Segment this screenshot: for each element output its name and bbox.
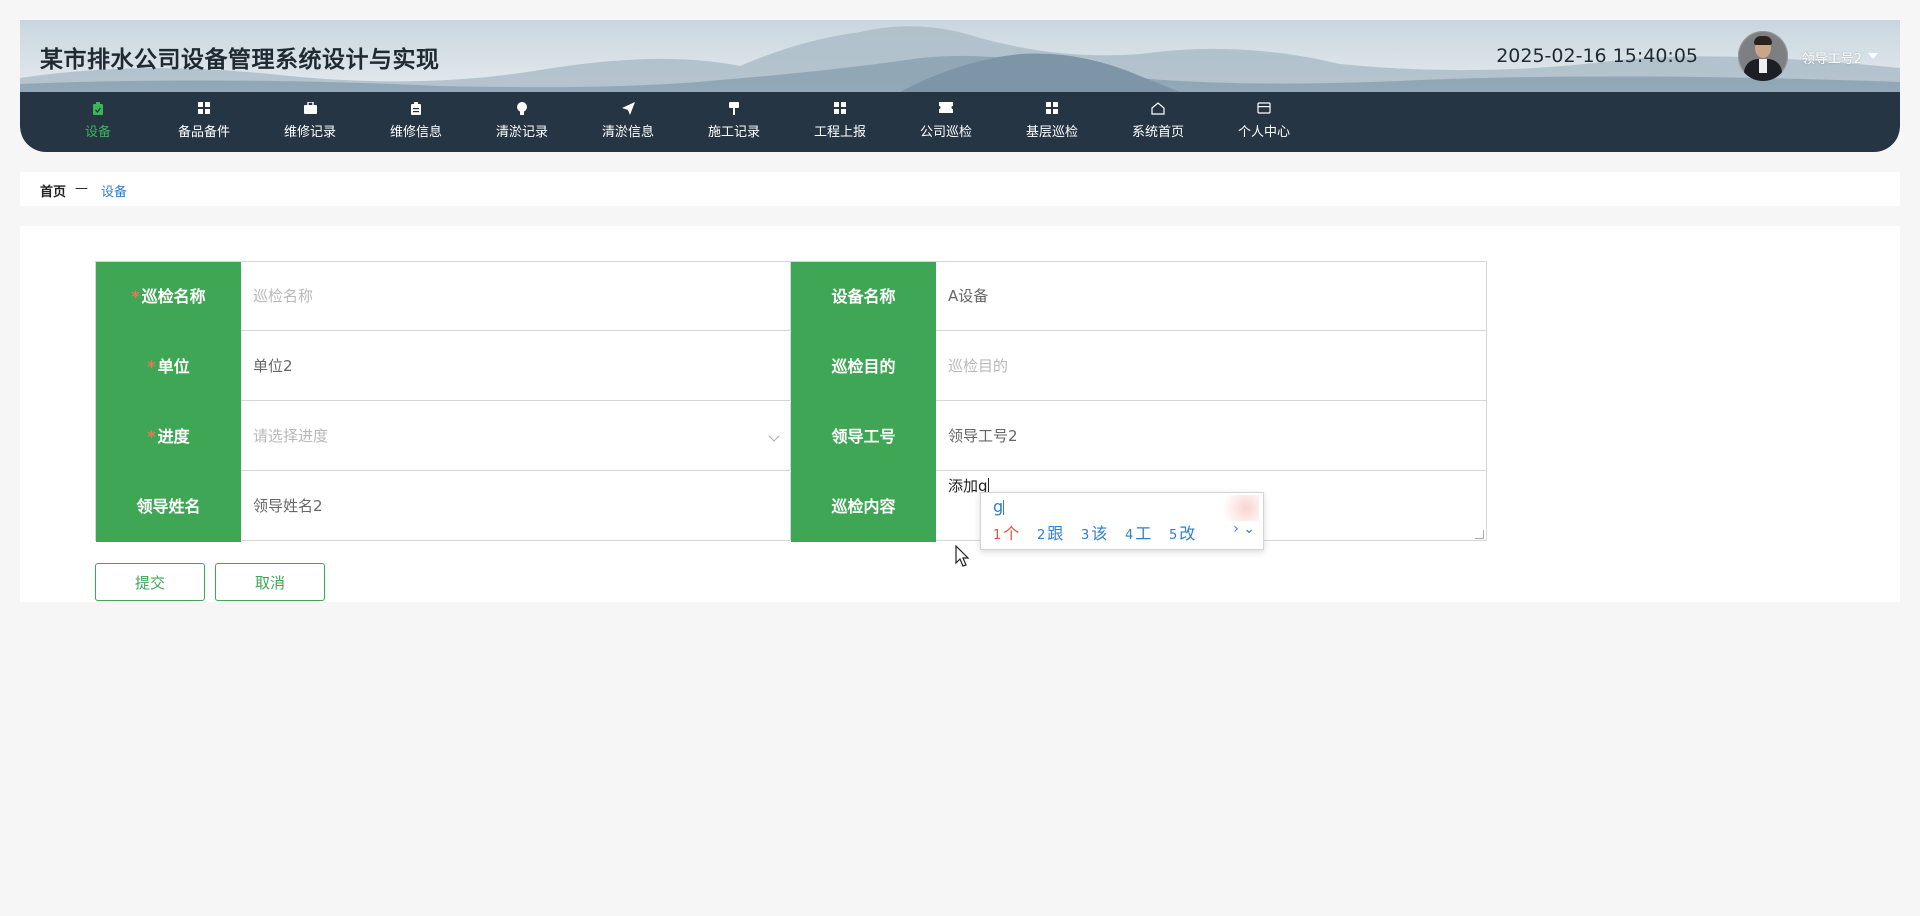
site-title: 某市排水公司设备管理系统设计与实现: [40, 47, 440, 73]
nav-label: 维修记录: [283, 125, 336, 140]
nav-label: 个人中心: [1237, 125, 1290, 140]
patrol-name-label: * 巡检名称: [96, 262, 241, 332]
header-banner: 某市排水公司设备管理系统设计与实现 2025-02-16 15:40:05 领导…: [20, 20, 1900, 92]
nav-label: 备品备件: [177, 125, 230, 140]
nav-item-home[interactable]: 系统首页: [1105, 92, 1211, 152]
nav-label: 维修信息: [389, 125, 442, 140]
nav-item-project-report[interactable]: 工程上报: [787, 92, 893, 152]
send-icon: [621, 102, 635, 116]
mouse-cursor-icon: [955, 545, 970, 567]
progress-label: * 进度: [96, 402, 241, 472]
unit-input[interactable]: 单位2: [241, 332, 791, 401]
datetime: 2025-02-16 15:40:05: [1496, 45, 1698, 67]
clipboard-icon: [91, 102, 105, 116]
ticket-icon: [939, 102, 953, 116]
nav-item-grassroots-patrol[interactable]: 基层巡检: [999, 92, 1105, 152]
leader-id-input[interactable]: 领导工号2: [936, 402, 1486, 471]
progress-select-placeholder: 请选择进度: [253, 427, 329, 445]
nav-item-repair-records[interactable]: 维修记录: [257, 92, 363, 152]
nav-item-profile[interactable]: 个人中心: [1211, 92, 1317, 152]
nav-item-spare-parts[interactable]: 备品备件: [151, 92, 257, 152]
nav-item-device[interactable]: 设备: [45, 92, 151, 152]
top-nav: 设备 备品备件 维修记录 维修信息 清淤记录 清淤信息 施工记录 工程上报 公司…: [20, 92, 1900, 152]
header: 某市排水公司设备管理系统设计与实现 2025-02-16 15:40:05 领导…: [20, 20, 1900, 152]
unit-label: * 单位: [96, 332, 241, 402]
nav-item-dredging-records[interactable]: 清淤记录: [469, 92, 575, 152]
caret-down-icon[interactable]: [1868, 53, 1878, 59]
nav-item-dredging-info[interactable]: 清淤信息: [575, 92, 681, 152]
ime-decoration: [1215, 495, 1259, 521]
breadcrumb-separator: —: [75, 181, 88, 196]
resize-handle-icon[interactable]: [1475, 530, 1484, 539]
ime-composition: g: [993, 497, 1005, 516]
chevron-down-icon: [768, 430, 780, 442]
nav-label: 清淤信息: [601, 125, 654, 140]
hammer-icon: [727, 102, 741, 116]
lightbulb-icon: [515, 102, 529, 116]
nav-label: 系统首页: [1131, 125, 1184, 140]
leader-name-label: 领导姓名: [96, 472, 241, 542]
grid-icon: [197, 102, 211, 116]
required-mark: *: [147, 357, 156, 376]
nav-item-repair-info[interactable]: 维修信息: [363, 92, 469, 152]
device-name-input[interactable]: A设备: [936, 262, 1486, 331]
nav-label: 施工记录: [707, 125, 760, 140]
home-icon: [1151, 102, 1165, 116]
progress-select[interactable]: 请选择进度: [241, 402, 791, 471]
breadcrumb: 首页 — 设备: [20, 172, 1900, 206]
cancel-button[interactable]: 取消: [215, 563, 325, 601]
briefcase-icon: [303, 101, 317, 116]
grid-icon: [1045, 102, 1059, 116]
ime-candidate[interactable]: 2跟: [1037, 520, 1063, 544]
ime-more-arrows-icon[interactable]: › ⌄: [1233, 521, 1255, 537]
patrol-form: * 巡检名称 巡检名称 设备名称 A设备 * 单位 单位2 巡检目的 巡检目的 * 进…: [95, 261, 1487, 542]
device-name-label: 设备名称: [791, 262, 936, 332]
required-mark: *: [131, 287, 140, 306]
required-mark: *: [147, 427, 156, 446]
ime-candidate[interactable]: 1个: [993, 520, 1019, 544]
submit-button[interactable]: 提交: [95, 563, 205, 601]
breadcrumb-current[interactable]: 设备: [101, 181, 127, 200]
patrol-content-label: 巡检内容: [791, 472, 936, 542]
nav-label: 基层巡检: [1025, 125, 1078, 140]
nav-item-construction-records[interactable]: 施工记录: [681, 92, 787, 152]
patrol-name-input[interactable]: 巡检名称: [241, 262, 791, 331]
nav-label: 设备: [84, 125, 111, 140]
patrol-purpose-label: 巡检目的: [791, 332, 936, 402]
ime-candidate[interactable]: 4工: [1125, 520, 1151, 544]
ime-candidate[interactable]: 5改: [1169, 520, 1195, 544]
patrol-purpose-input[interactable]: 巡检目的: [936, 332, 1486, 401]
nav-label: 公司巡检: [919, 125, 972, 140]
nav-item-company-patrol[interactable]: 公司巡检: [893, 92, 999, 152]
clipboard-icon: [409, 102, 423, 116]
breadcrumb-home[interactable]: 首页: [40, 181, 66, 200]
leader-name-input[interactable]: 领导姓名2: [241, 472, 791, 541]
ime-candidate[interactable]: 3该: [1081, 520, 1107, 544]
card-icon: [1257, 102, 1271, 116]
nav-label: 清淤记录: [495, 125, 548, 140]
nav-label: 工程上报: [813, 125, 866, 140]
user-name[interactable]: 领导工号2: [1802, 48, 1862, 67]
avatar[interactable]: [1738, 31, 1788, 81]
ime-candidate-window: g 1个 2跟 3该 4工 5改 › ⌄: [980, 492, 1264, 550]
leader-id-label: 领导工号: [791, 402, 936, 472]
grid-icon: [833, 102, 847, 116]
